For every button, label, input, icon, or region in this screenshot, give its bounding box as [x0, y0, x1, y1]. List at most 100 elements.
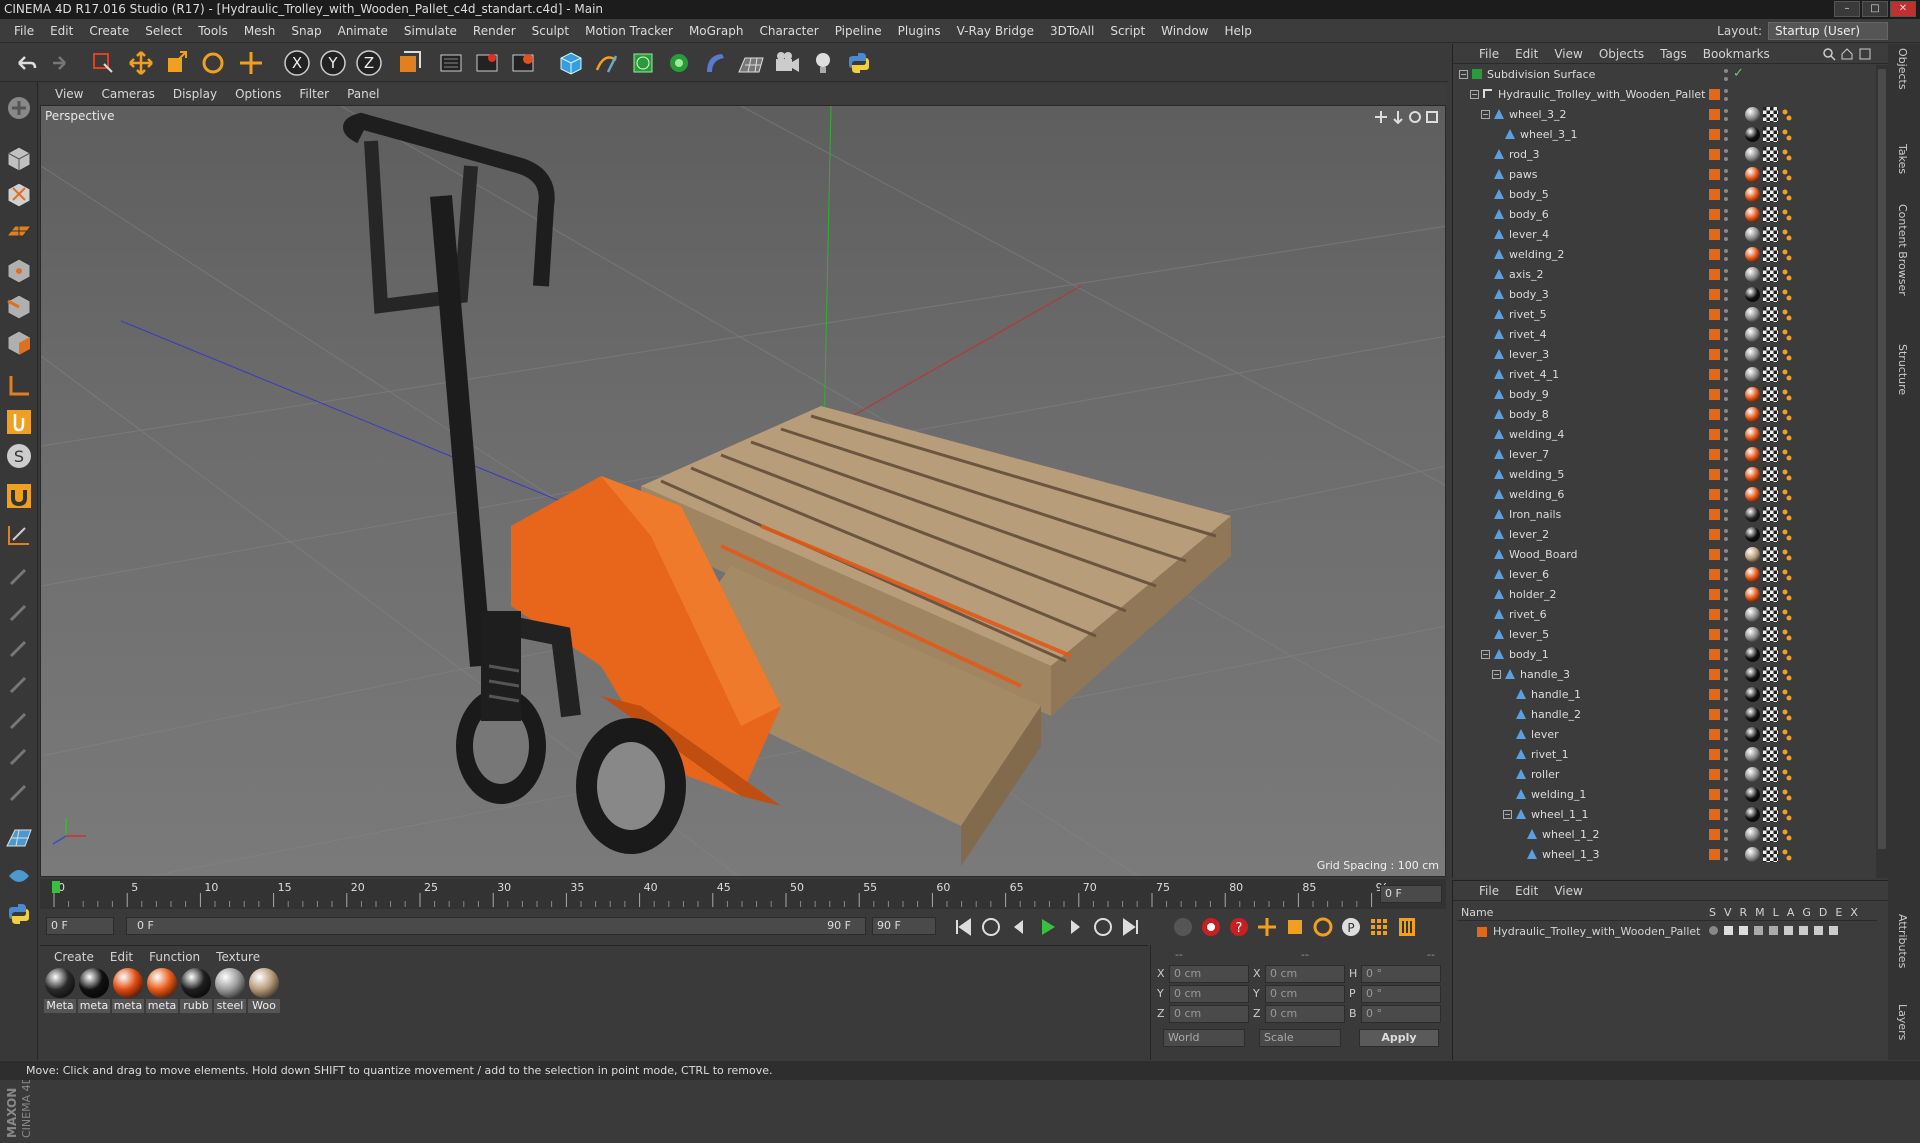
deformer-mode-icon[interactable] — [3, 860, 35, 892]
visibility-dots[interactable] — [1723, 127, 1729, 143]
right-tab-structure[interactable]: Structure — [1896, 344, 1909, 395]
material-tag[interactable] — [1745, 687, 1760, 702]
camera-icon[interactable] — [772, 49, 802, 77]
object-row[interactable]: − Hydraulic_Trolley_with_Wooden_Pallet — [1453, 85, 1889, 105]
phong-tag[interactable] — [1781, 527, 1793, 542]
phong-tag[interactable] — [1781, 787, 1793, 802]
close-button[interactable]: ✕ — [1890, 1, 1916, 17]
model-mode-icon[interactable] — [3, 142, 35, 174]
key-position-icon[interactable] — [1256, 916, 1278, 938]
object-row[interactable]: rivet_1 — [1453, 745, 1889, 765]
menu-simulate[interactable]: Simulate — [396, 24, 465, 38]
material-tag[interactable] — [1745, 487, 1760, 502]
go-to-start-icon[interactable] — [952, 916, 974, 938]
uvw-tag[interactable] — [1763, 627, 1778, 642]
phong-tag[interactable] — [1781, 387, 1793, 402]
right-tab-content-browser[interactable]: Content Browser — [1896, 204, 1909, 296]
uvw-tag[interactable] — [1763, 807, 1778, 822]
material-tag[interactable] — [1745, 227, 1760, 242]
material-tag[interactable] — [1745, 847, 1760, 862]
expand-toggle-icon[interactable]: − — [1503, 810, 1512, 819]
coord-position-field[interactable]: 0 cm — [1169, 965, 1249, 983]
autokey-icon[interactable]: ? — [1228, 916, 1250, 938]
material-item[interactable]: Woo — [248, 968, 280, 1013]
visibility-dots[interactable] — [1723, 307, 1729, 323]
light-icon[interactable] — [808, 49, 838, 77]
menu-3dtoall[interactable]: 3DToAll — [1042, 24, 1102, 38]
menu-motion-tracker[interactable]: Motion Tracker — [577, 24, 681, 38]
redo-icon[interactable] — [44, 49, 74, 77]
key-parameter-icon[interactable]: P — [1340, 916, 1362, 938]
undo-icon[interactable] — [10, 49, 40, 77]
end-frame-field[interactable]: 0 F — [1380, 885, 1442, 903]
material-tag[interactable] — [1745, 447, 1760, 462]
phong-tag[interactable] — [1781, 267, 1793, 282]
make-editable-icon[interactable] — [3, 92, 35, 124]
menu-window[interactable]: Window — [1153, 24, 1216, 38]
visibility-dots[interactable] — [1723, 607, 1729, 623]
menu-select[interactable]: Select — [137, 24, 190, 38]
uvw-tag[interactable] — [1763, 107, 1778, 122]
right-tab-attributes[interactable]: Attributes — [1896, 914, 1909, 968]
object-row[interactable]: − handle_3 — [1453, 665, 1889, 685]
object-row[interactable]: rivet_5 — [1453, 305, 1889, 325]
object-row[interactable]: lever_3 — [1453, 345, 1889, 365]
record-active-icon[interactable] — [1200, 916, 1222, 938]
render-view-icon[interactable] — [436, 49, 466, 77]
phong-tag[interactable] — [1781, 687, 1793, 702]
layer-row[interactable]: Hydraulic_Trolley_with_Wooden_Pallet — [1457, 923, 1877, 941]
uvw-tag[interactable] — [1763, 607, 1778, 622]
deformer-icon[interactable] — [700, 49, 730, 77]
material-tag[interactable] — [1745, 147, 1760, 162]
visibility-dots[interactable] — [1723, 427, 1729, 443]
menu-mograph[interactable]: MoGraph — [681, 24, 752, 38]
phong-tag[interactable] — [1781, 647, 1793, 662]
object-row[interactable]: lever_2 — [1453, 525, 1889, 545]
uvw-tag[interactable] — [1763, 567, 1778, 582]
uvw-tag[interactable] — [1763, 667, 1778, 682]
material-tag[interactable] — [1745, 427, 1760, 442]
menu-sculpt[interactable]: Sculpt — [524, 24, 577, 38]
material-tag[interactable] — [1745, 667, 1760, 682]
phong-tag[interactable] — [1781, 147, 1793, 162]
record-keys-disabled-icon[interactable] — [1172, 916, 1194, 938]
uvw-tag[interactable] — [1763, 547, 1778, 562]
material-item[interactable]: meta — [146, 968, 178, 1013]
python-icon[interactable] — [844, 49, 874, 77]
menu-edit[interactable]: Edit — [42, 24, 81, 38]
object-row[interactable]: − wheel_1_1 — [1453, 805, 1889, 825]
menu-mesh[interactable]: Mesh — [236, 24, 284, 38]
visibility-dots[interactable] — [1723, 507, 1729, 523]
right-tab-takes[interactable]: Takes — [1896, 144, 1909, 174]
uvw-tag[interactable] — [1763, 847, 1778, 862]
coord-size-field[interactable]: 0 cm — [1265, 985, 1345, 1003]
render-picture-viewer-icon[interactable] — [472, 49, 502, 77]
visibility-dots[interactable] — [1723, 207, 1729, 223]
coordinate-system-icon[interactable] — [394, 49, 424, 77]
uvw-tag[interactable] — [1763, 507, 1778, 522]
render-settings-icon[interactable] — [508, 49, 538, 77]
object-row[interactable]: − Subdivision Surface ✓ — [1453, 65, 1889, 85]
coord-size-field[interactable]: 0 cm — [1265, 1005, 1345, 1023]
new-view-icon[interactable] — [1858, 47, 1872, 61]
object-row[interactable]: body_8 — [1453, 405, 1889, 425]
uvw-tag[interactable] — [1763, 327, 1778, 342]
uvw-tag[interactable] — [1763, 467, 1778, 482]
visibility-dots[interactable] — [1723, 587, 1729, 603]
material-item[interactable]: rubb — [180, 968, 212, 1013]
spline-pen-icon[interactable] — [592, 49, 622, 77]
menu-plugins[interactable]: Plugins — [890, 24, 949, 38]
phong-tag[interactable] — [1781, 667, 1793, 682]
coord-rotation-field[interactable]: 0 ° — [1361, 1005, 1441, 1023]
visibility-dots[interactable] — [1723, 787, 1729, 803]
play-icon[interactable] — [1036, 916, 1058, 938]
expand-toggle-icon[interactable]: − — [1459, 70, 1468, 79]
material-item[interactable]: meta — [78, 968, 110, 1013]
object-row[interactable]: body_6 — [1453, 205, 1889, 225]
object-row[interactable]: lever_6 — [1453, 565, 1889, 585]
magnet-icon[interactable] — [3, 480, 35, 512]
phong-tag[interactable] — [1781, 807, 1793, 822]
object-row[interactable]: rivet_6 — [1453, 605, 1889, 625]
menu-help[interactable]: Help — [1216, 24, 1259, 38]
material-tag[interactable] — [1745, 567, 1760, 582]
